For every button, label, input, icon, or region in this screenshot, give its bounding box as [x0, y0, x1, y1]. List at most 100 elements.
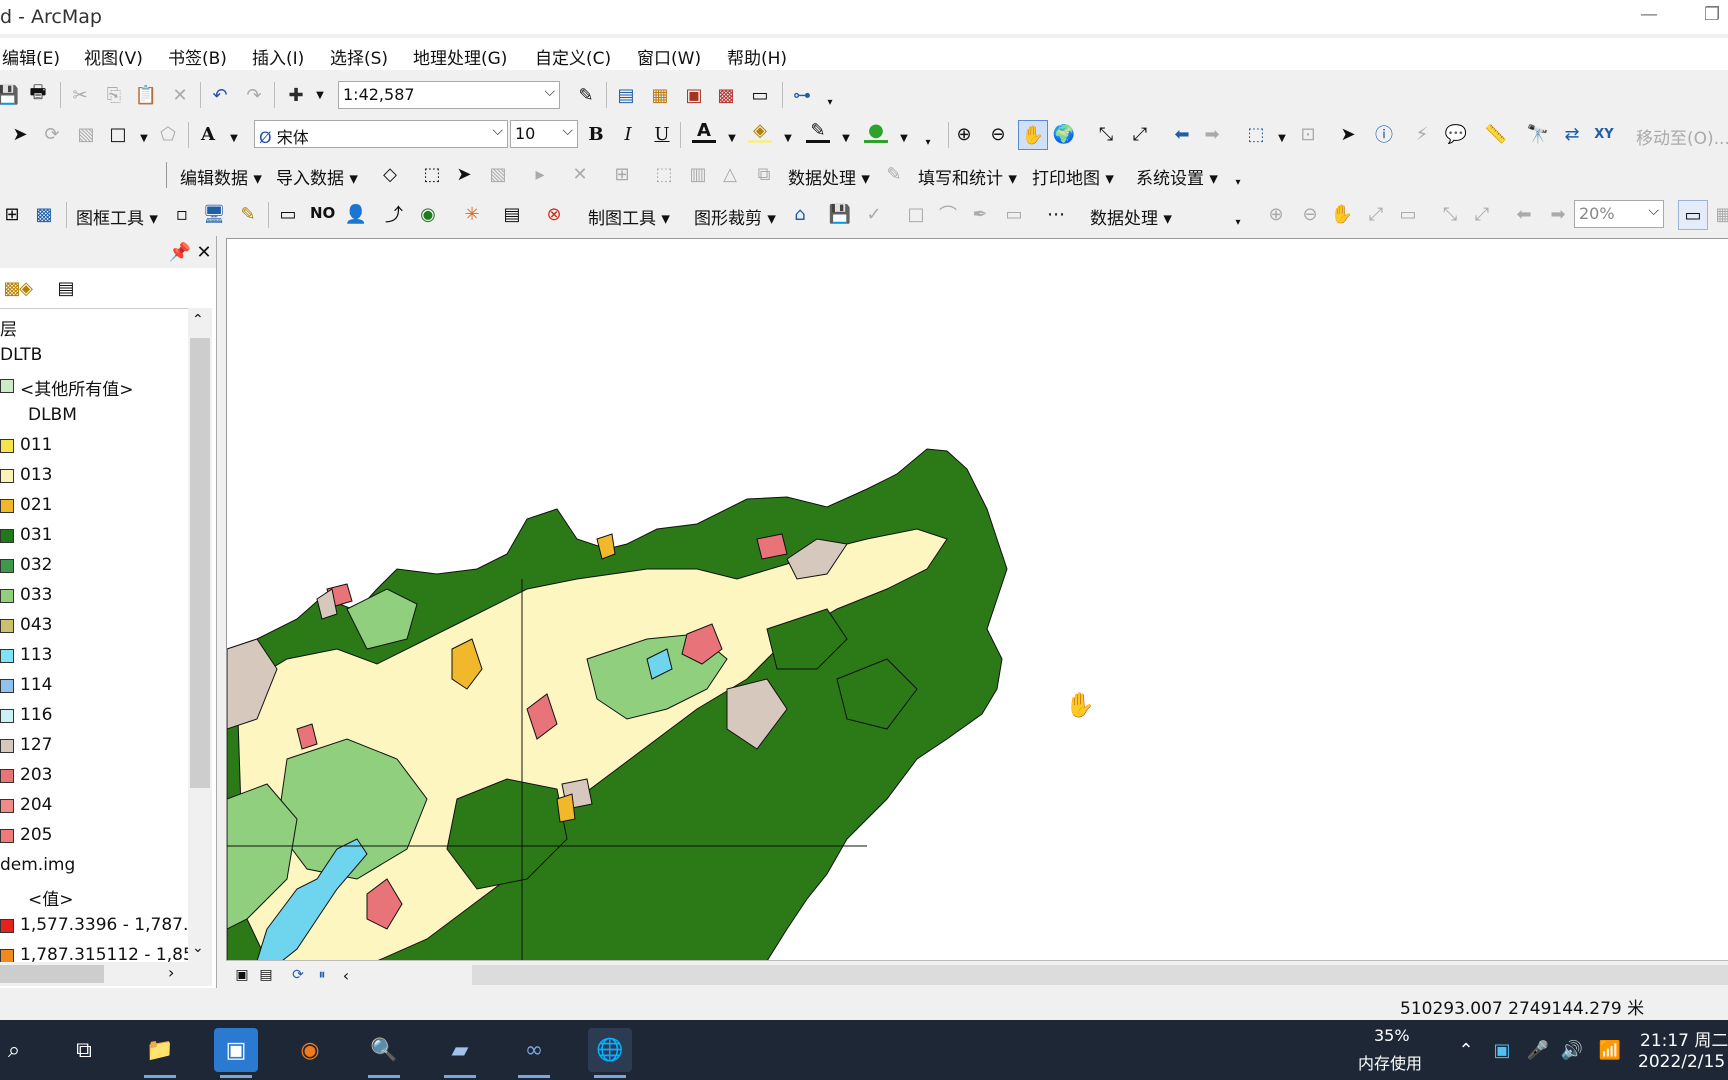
list-by-visibility-icon[interactable]: ◈	[14, 276, 38, 300]
layout-zoom-out-icon[interactable]: ⊖	[1298, 202, 1322, 226]
toc-vertical-scrollbar[interactable]: ⌃ ⌄	[188, 308, 212, 962]
go-back-icon[interactable]: ⬅	[1170, 122, 1194, 146]
task-view-icon[interactable]: ⧉	[62, 1028, 106, 1072]
data-process-menu[interactable]: 数据处理 ▾	[788, 164, 870, 189]
add-data-dropdown-icon[interactable]: ▼	[308, 83, 332, 107]
chevron-up-icon[interactable]: ⌃	[1454, 1038, 1478, 1062]
line-color-icon[interactable]: ✎	[806, 120, 830, 143]
carto-tools-menu[interactable]: 制图工具 ▾	[588, 204, 670, 229]
table-of-contents-icon[interactable]: ▤	[614, 83, 638, 107]
menu-help[interactable]: 帮助(H)	[727, 44, 787, 69]
close-icon[interactable]: ✕	[192, 240, 216, 264]
back-extent-icon[interactable]: ⬅	[1512, 202, 1536, 226]
frame-tools-menu[interactable]: 图框工具 ▾	[76, 204, 158, 229]
fixed-zoom-in-icon[interactable]: ⤡	[1094, 122, 1118, 146]
layout-icon[interactable]: 🖥	[202, 202, 226, 226]
rectangle-dropdown-icon[interactable]: ▼	[132, 126, 156, 150]
menu-edit[interactable]: 编辑(E)	[2, 44, 60, 69]
menu-geoprocessing[interactable]: 地理处理(G)	[413, 44, 507, 69]
paste-icon[interactable]: 📋	[134, 83, 158, 107]
redo-icon[interactable]: ↷	[242, 83, 266, 107]
zoom-in-icon[interactable]: ⊕	[952, 122, 976, 146]
clear-selection-icon[interactable]: ⊡	[1296, 122, 1320, 146]
layout-pan-icon[interactable]: ✋	[1330, 202, 1354, 226]
pause-drawing-icon[interactable]: ⏸	[310, 963, 334, 987]
forward-extent-icon[interactable]: ➡	[1546, 202, 1570, 226]
folder-outline-icon[interactable]: ▭	[276, 202, 300, 226]
meeting-tray-icon[interactable]: ▣	[1490, 1038, 1514, 1062]
menu-bookmarks[interactable]: 书签(B)	[168, 44, 227, 69]
north-arrow-button[interactable]: NO	[310, 204, 335, 222]
split-icon[interactable]: ✕	[568, 162, 592, 186]
wand-icon[interactable]: ✎	[236, 202, 260, 226]
menu-view[interactable]: 视图(V)	[84, 44, 143, 69]
menu-window[interactable]: 窗口(W)	[637, 44, 701, 69]
undo-icon[interactable]: ↶	[208, 83, 232, 107]
menu-select[interactable]: 选择(S)	[330, 44, 388, 69]
arcmap-taskbar-icon[interactable]: 🌐	[588, 1028, 632, 1078]
grid-icon[interactable]: ⊞	[610, 162, 634, 186]
focus-frame-icon[interactable]: ▦	[1712, 202, 1728, 226]
dash-icon[interactable]: ⋯	[1044, 202, 1068, 226]
union-icon[interactable]: ⧉	[752, 162, 776, 186]
export-icon[interactable]: ✓	[862, 202, 886, 226]
system-settings-menu[interactable]: 系统设置 ▾	[1136, 164, 1218, 189]
fill-icon[interactable]: ✎	[882, 162, 906, 186]
marker-color-icon[interactable]: ●	[864, 120, 888, 143]
find-icon[interactable]: 🔭	[1526, 122, 1550, 146]
wifi-icon[interactable]: 📶	[1598, 1038, 1622, 1062]
zoom-percent-combo[interactable]: 20% ⌵	[1574, 200, 1664, 228]
fill-color-icon[interactable]: ◈	[748, 120, 772, 143]
attribute-icon[interactable]: ▧	[486, 162, 510, 186]
search-window-icon[interactable]: ▣	[682, 83, 706, 107]
import-data-menu[interactable]: 导入数据 ▾	[276, 164, 358, 189]
cut-icon[interactable]: ✂	[68, 83, 92, 107]
select-by-area-icon[interactable]: ⬚	[420, 162, 444, 186]
small-square-icon[interactable]: ▫	[170, 202, 194, 226]
print-map-menu[interactable]: 打印地图 ▾	[1032, 164, 1114, 189]
pan-icon[interactable]: ✋	[1018, 120, 1048, 150]
firefox-icon[interactable]: ◉	[288, 1028, 332, 1072]
house-icon[interactable]: ⌂	[788, 202, 812, 226]
scroll-right-icon[interactable]: ›	[168, 963, 174, 982]
goto-button[interactable]: 移动至(O)...	[1636, 124, 1728, 149]
infinity-app-icon[interactable]: ∞	[512, 1028, 556, 1078]
layout-view-icon[interactable]: ▤	[254, 963, 278, 987]
fixed-zoom-in-layout-icon[interactable]: ⤡	[1438, 202, 1462, 226]
scroll-up-icon[interactable]: ⌃	[192, 312, 204, 328]
grid-tool-icon[interactable]: ⊞	[0, 202, 24, 226]
pen-icon[interactable]: ✒	[968, 202, 992, 226]
map-scale-combo[interactable]: 1:42,587 ⌵	[338, 81, 560, 109]
copy-icon[interactable]: ⎘	[102, 83, 126, 107]
measure-icon[interactable]: 📏	[1484, 122, 1508, 146]
data-process-menu-2[interactable]: 数据处理 ▾	[1090, 204, 1172, 229]
zoom-out-icon[interactable]: ⊖	[986, 122, 1010, 146]
delete-icon[interactable]: ✕	[168, 83, 192, 107]
land-use-map[interactable]	[227, 239, 1728, 961]
fill-stats-menu[interactable]: 填写和统计 ▾	[918, 164, 1017, 189]
rectangle-icon[interactable]: □	[106, 122, 130, 146]
play-icon[interactable]: ▸	[528, 162, 552, 186]
zoom-page-icon[interactable]: ▭	[1396, 202, 1420, 226]
rotate-icon[interactable]: ⟳	[40, 122, 64, 146]
microphone-icon[interactable]: 🎤	[1526, 1038, 1550, 1062]
map-frame-icon[interactable]: ▩	[32, 202, 56, 226]
reshape-icon[interactable]: △	[718, 162, 742, 186]
diamond-icon[interactable]: ◇	[378, 162, 402, 186]
file-explorer-icon[interactable]: 📁	[138, 1028, 182, 1078]
fixed-zoom-out-layout-icon[interactable]: ⤢	[1470, 202, 1494, 226]
pin-icon[interactable]: 📌	[168, 240, 192, 264]
pointer-icon[interactable]: ➤	[452, 162, 476, 186]
font-color-dropdown-icon[interactable]: ▼	[720, 126, 744, 150]
options-icon[interactable]: ▤	[54, 276, 78, 300]
html-popup-icon[interactable]: 💬	[1444, 122, 1468, 146]
hyperlink-icon[interactable]: ⚡	[1410, 122, 1434, 146]
catalog-icon[interactable]: ▦	[648, 83, 672, 107]
rect-outline-icon[interactable]: □	[904, 202, 928, 226]
underline-button[interactable]: U	[650, 122, 674, 146]
marker-color-dropdown-icon[interactable]: ▼	[892, 126, 916, 150]
layout-zoom-in-icon[interactable]: ⊕	[1264, 202, 1288, 226]
hscroll-thumb[interactable]	[0, 965, 104, 983]
editor-toolbar-icon[interactable]: ✎	[574, 83, 598, 107]
font-size-combo[interactable]: 10 ⌵	[510, 120, 578, 148]
